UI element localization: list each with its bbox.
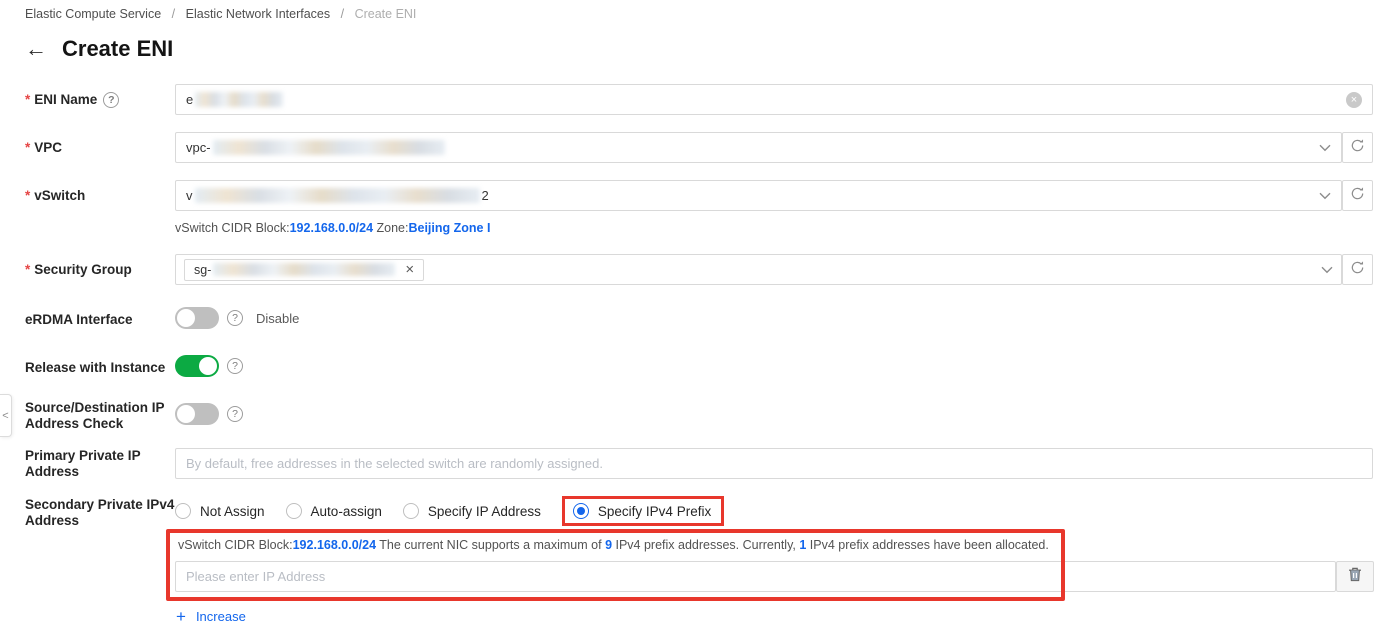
erdma-label: eRDMA Interface <box>25 312 133 327</box>
vswitch-label: * vSwitch <box>25 188 86 203</box>
refresh-icon <box>1350 260 1365 280</box>
breadcrumb-ecs[interactable]: Elastic Compute Service <box>25 7 161 21</box>
vpc-value: vpc- <box>186 140 211 155</box>
security-group-select[interactable]: sg- × <box>175 254 1342 285</box>
vpc-label: * VPC <box>25 140 63 155</box>
vswitch-refresh-button[interactable] <box>1342 180 1373 211</box>
required-marker: * <box>25 188 31 203</box>
vswitch-value-suffix: 2 <box>481 188 489 203</box>
help-icon[interactable]: ? <box>227 310 243 326</box>
breadcrumb-separator: / <box>340 7 345 21</box>
vswitch-value-prefix: v <box>186 188 193 203</box>
help-icon[interactable]: ? <box>103 92 120 108</box>
refresh-icon <box>1350 138 1365 158</box>
erdma-toggle[interactable] <box>175 307 219 329</box>
required-marker: * <box>25 262 31 277</box>
trash-icon <box>1348 567 1362 587</box>
max-prefix-count: 9 <box>605 538 613 552</box>
radio-auto-assign[interactable]: Auto-assign <box>285 503 382 519</box>
increase-label: Increase <box>195 609 246 624</box>
radio-specify-ip-address[interactable]: Specify IP Address <box>402 503 541 519</box>
redacted-value <box>213 263 396 276</box>
help-icon[interactable]: ? <box>227 406 243 422</box>
cidr-value: 192.168.0.0/24 <box>289 221 374 235</box>
breadcrumb-current: Create ENI <box>354 7 417 21</box>
radio-specify-ipv4-prefix[interactable]: Specify IPv4 Prefix <box>561 496 725 526</box>
page-title: Create ENI <box>62 36 174 61</box>
vpc-refresh-button[interactable] <box>1342 132 1373 163</box>
security-group-tag: sg- × <box>184 258 425 281</box>
source-dest-check-label: Source/Destination IP Address Check <box>25 400 165 431</box>
erdma-state-text: Disable <box>256 311 300 326</box>
primary-private-ip-input[interactable] <box>175 448 1373 479</box>
vpc-select[interactable]: vpc- <box>175 132 1342 163</box>
redacted-value <box>195 92 284 107</box>
security-group-label: * Security Group <box>25 262 132 277</box>
vswitch-select[interactable]: v 2 <box>175 180 1342 211</box>
sg-tag-value: sg- <box>194 262 212 277</box>
zone-value: Beijing Zone I <box>408 221 491 235</box>
release-with-instance-label: Release with Instance <box>25 360 166 375</box>
remove-tag-icon[interactable]: × <box>405 262 414 277</box>
required-marker: * <box>25 140 31 155</box>
source-dest-check-toggle[interactable] <box>175 403 219 425</box>
radio-icon <box>402 503 419 519</box>
breadcrumb-eni-list[interactable]: Elastic Network Interfaces <box>186 7 331 21</box>
release-with-instance-toggle[interactable] <box>175 355 219 377</box>
secondary-ip-radio-group: Not Assign Auto-assign Specify IP Addres… <box>175 494 725 528</box>
collapse-left-icon: < <box>2 409 9 422</box>
primary-private-ip-label: Primary Private IP Address <box>25 448 141 479</box>
breadcrumb: Elastic Compute Service / Elastic Networ… <box>25 7 416 21</box>
ip-address-input[interactable] <box>175 561 1336 592</box>
chevron-down-icon <box>1319 144 1331 152</box>
security-group-refresh-button[interactable] <box>1342 254 1373 285</box>
cidr-value: 192.168.0.0/24 <box>292 538 377 552</box>
chevron-down-icon <box>1319 192 1331 200</box>
plus-icon: + <box>176 607 186 626</box>
eni-name-input[interactable]: e × <box>175 84 1373 115</box>
clear-icon[interactable]: × <box>1346 91 1362 108</box>
radio-icon <box>175 503 191 519</box>
redacted-value <box>194 188 480 203</box>
increase-link[interactable]: + Increase <box>176 608 246 625</box>
sidebar-collapse-handle[interactable]: < <box>0 394 12 437</box>
eni-name-label: * ENI Name ? <box>25 92 175 108</box>
secondary-private-ipv4-label: Secondary Private IPv4 Address <box>25 497 175 528</box>
breadcrumb-separator: / <box>171 7 176 21</box>
vswitch-cidr-info: vSwitch CIDR Block:192.168.0.0/24 Zone:B… <box>175 221 491 235</box>
required-marker: * <box>25 92 31 107</box>
prefix-allocation-info: vSwitch CIDR Block:192.168.0.0/24 The cu… <box>178 538 1049 552</box>
help-icon[interactable]: ? <box>227 358 243 374</box>
redacted-value <box>212 140 445 155</box>
radio-icon <box>285 503 302 519</box>
eni-name-value: e <box>186 92 194 107</box>
radio-icon-selected <box>572 503 589 519</box>
delete-ip-row-button[interactable] <box>1336 561 1374 592</box>
refresh-icon <box>1350 186 1365 206</box>
page-header: ← Create ENI <box>25 36 173 62</box>
radio-not-assign[interactable]: Not Assign <box>175 503 265 519</box>
chevron-down-icon <box>1321 266 1333 274</box>
back-icon[interactable]: ← <box>25 38 47 60</box>
create-eni-page: Elastic Compute Service / Elastic Networ… <box>0 0 1387 627</box>
